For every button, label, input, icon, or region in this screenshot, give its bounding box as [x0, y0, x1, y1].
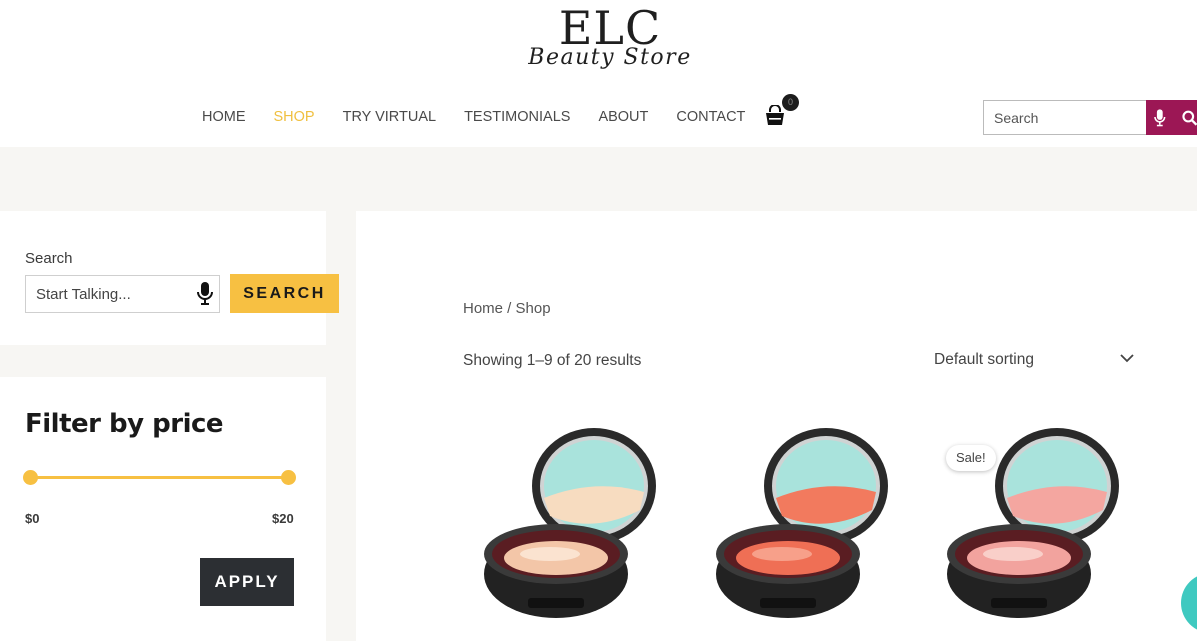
header-search-input[interactable] — [983, 100, 1146, 135]
nav-item-contact[interactable]: CONTACT — [676, 107, 745, 127]
header-search-buttons — [1146, 100, 1197, 135]
product-image-compact-beige[interactable] — [480, 426, 660, 626]
magnifier-icon[interactable] — [1181, 110, 1197, 126]
price-filter-title: Filter by price — [25, 409, 224, 439]
nav-item-home[interactable]: HOME — [202, 107, 246, 127]
price-min-label: $0 — [25, 511, 40, 526]
nav-item-about[interactable]: ABOUT — [598, 107, 648, 127]
price-max-label: $20 — [272, 511, 294, 526]
breadcrumb: Home / Shop — [463, 300, 551, 317]
product-card[interactable] — [480, 426, 660, 641]
price-filter-widget: Filter by price $0 $20 APPLY — [0, 377, 326, 641]
shop-main-content: Home / Shop Showing 1–9 of 20 results De… — [356, 211, 1197, 641]
apply-filter-button[interactable]: APPLY — [200, 558, 294, 606]
price-slider-min-handle[interactable] — [23, 470, 38, 485]
site-header: ELC Beauty Store HOME SHOP TRY VIRTUAL T… — [0, 0, 1197, 147]
sidebar-search-widget: Search SEARCH — [0, 211, 339, 345]
chevron-down-icon — [1120, 354, 1134, 363]
logo-tagline: Beauty Store — [528, 45, 692, 70]
site-logo[interactable]: ELC Beauty Store — [520, 4, 700, 74]
breadcrumb-home-link[interactable]: Home — [463, 300, 503, 317]
result-count: Showing 1–9 of 20 results — [463, 352, 642, 369]
nav-item-try-virtual[interactable]: TRY VIRTUAL — [343, 107, 436, 127]
sidebar-search-button[interactable]: SEARCH — [230, 274, 339, 313]
price-slider-track[interactable] — [30, 476, 288, 479]
cart-button[interactable]: 0 — [764, 94, 804, 128]
microphone-icon[interactable] — [196, 282, 214, 306]
breadcrumb-separator: / — [503, 300, 516, 317]
sorting-select[interactable]: Default sorting — [934, 349, 1139, 373]
voice-search-field — [25, 275, 220, 313]
breadcrumb-current: Shop — [515, 300, 551, 317]
header-search-form — [983, 100, 1197, 135]
sorting-selected-value: Default sorting — [934, 351, 1034, 368]
price-slider-max-handle[interactable] — [281, 470, 296, 485]
cart-count-badge: 0 — [782, 94, 799, 111]
product-card[interactable]: Sale! — [943, 426, 1123, 641]
sale-badge: Sale! — [946, 445, 996, 471]
product-image-compact-coral[interactable] — [712, 426, 892, 626]
nav-item-shop[interactable]: SHOP — [274, 107, 315, 127]
shopping-bag-icon — [766, 105, 784, 125]
product-card[interactable] — [712, 426, 892, 641]
voice-search-input[interactable] — [26, 276, 186, 312]
main-navigation: HOME SHOP TRY VIRTUAL TESTIMONIALS ABOUT… — [202, 107, 745, 127]
search-widget-label: Search — [25, 250, 73, 267]
microphone-icon[interactable] — [1154, 108, 1166, 127]
nav-item-testimonials[interactable]: TESTIMONIALS — [464, 107, 570, 127]
